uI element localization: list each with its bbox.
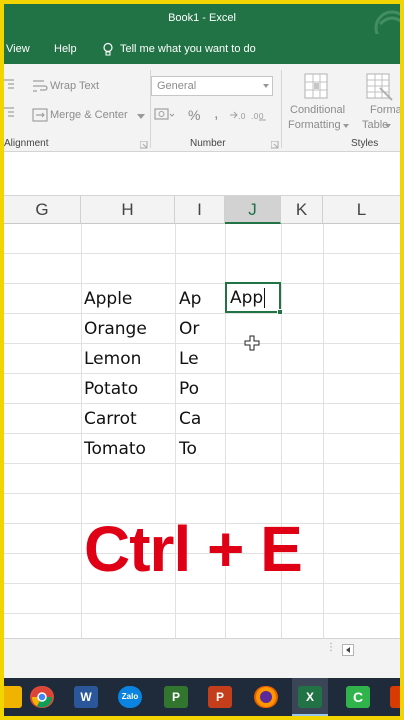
grid-line [4, 613, 400, 614]
comma-style-button[interactable]: , [214, 105, 218, 123]
conditional-formatting-label-1[interactable]: Conditional [290, 104, 345, 116]
cell-i[interactable]: Ap [179, 289, 201, 309]
grid-line [81, 224, 82, 638]
number-launcher-icon[interactable] [271, 141, 279, 149]
office-icon[interactable] [390, 686, 400, 708]
status-bar [4, 662, 400, 678]
cell-h[interactable]: Tomato [84, 439, 146, 459]
lightbulb-icon [103, 42, 113, 56]
percent-style-button[interactable]: % [188, 107, 200, 123]
column-header-g[interactable]: G [4, 196, 81, 224]
conditional-formatting-label-2[interactable]: Formatting [288, 119, 341, 131]
camtasia-icon[interactable]: C [346, 686, 370, 708]
grid-line [4, 373, 400, 374]
active-app-indicator [292, 714, 328, 716]
grid-line [4, 253, 400, 254]
number-format-dropdown[interactable]: General [151, 76, 273, 96]
grid-line [4, 283, 400, 284]
increase-decimal-icon[interactable]: .0 [228, 108, 246, 122]
ribbon-separator [281, 70, 282, 148]
cell-i[interactable]: To [179, 439, 197, 459]
shortcut-overlay-text: Ctrl + E [84, 513, 303, 585]
cell-h[interactable]: Apple [84, 289, 132, 309]
column-header-l[interactable]: L [323, 196, 400, 224]
currency-format-icon[interactable] [154, 107, 174, 123]
files-icon[interactable] [4, 686, 22, 708]
grid-line [4, 403, 400, 404]
chrome-icon[interactable] [30, 686, 54, 708]
merge-dropdown-icon[interactable] [137, 114, 145, 120]
splitter-handle[interactable]: ⋮ [326, 642, 336, 653]
grid-line [4, 463, 400, 464]
svg-text:.0: .0 [238, 112, 246, 121]
cell-h[interactable]: Potato [84, 379, 138, 399]
cell-i[interactable]: Or [179, 319, 199, 339]
number-format-value: General [157, 80, 197, 92]
column-header-i[interactable]: I [175, 196, 225, 224]
ribbon: Wrap Text Merge & Center Alignment Gener… [4, 64, 400, 152]
grid-line [4, 313, 400, 314]
word-icon[interactable]: W [74, 686, 98, 708]
cell-h[interactable]: Lemon [84, 349, 141, 369]
decrease-indent-icon[interactable] [4, 106, 16, 120]
fill-handle[interactable] [277, 309, 283, 315]
tell-me-search[interactable]: Tell me what you want to do [120, 43, 256, 55]
format-as-table-icon[interactable] [364, 72, 394, 102]
alignment-group-label: Alignment [4, 138, 49, 149]
chevron-down-icon[interactable] [343, 124, 349, 129]
project-icon[interactable]: P [164, 686, 188, 708]
number-group-label: Number [190, 138, 226, 149]
alignment-launcher-icon[interactable] [140, 141, 148, 149]
cell-h[interactable]: Orange [84, 319, 147, 339]
grid-line [4, 493, 400, 494]
cell-i[interactable]: Le [179, 349, 199, 369]
grid-line [4, 433, 400, 434]
styles-group-label: Styles [351, 138, 379, 149]
cell-i[interactable]: Ca [179, 409, 201, 429]
chevron-down-icon [263, 84, 269, 88]
conditional-formatting-icon[interactable] [302, 72, 332, 102]
text-caret [264, 288, 265, 308]
format-as-table-label-1[interactable]: Format as [370, 104, 400, 116]
column-header-k[interactable]: K [281, 196, 323, 224]
menu-view[interactable]: View [6, 43, 30, 55]
menu-help[interactable]: Help [54, 43, 77, 55]
column-header-j[interactable]: J [225, 196, 281, 224]
window-title: Book1 - Excel [168, 12, 236, 24]
excel-icon[interactable]: X [298, 686, 322, 708]
excel-window: Book1 - Excel View Help Tell me what you… [4, 4, 400, 716]
arrow-left-icon [346, 647, 350, 653]
formula-area [4, 152, 400, 196]
cell-i[interactable]: Po [179, 379, 199, 399]
wrap-text-icon[interactable] [32, 78, 48, 94]
merge-center-button[interactable]: Merge & Center [50, 109, 128, 121]
scroll-left-button[interactable] [342, 644, 354, 656]
chevron-down-icon[interactable] [385, 124, 391, 129]
spreadsheet-grid[interactable]: Apple Orange Lemon Potato Carrot Tomato … [4, 224, 400, 638]
indent-icon[interactable] [4, 78, 16, 92]
column-headers: G H I J K L [4, 196, 400, 224]
zalo-icon[interactable]: Zalo [118, 686, 142, 708]
menu-bar: View Help Tell me what you want to do [4, 34, 400, 64]
taskbar: W Zalo P P X C [4, 678, 400, 716]
grid-line [323, 224, 324, 638]
active-cell-value: App [230, 288, 264, 308]
sheet-scroll-bar: ⋮ [4, 638, 400, 662]
title-bar: Book1 - Excel [4, 4, 400, 46]
column-header-h[interactable]: H [81, 196, 175, 224]
wrap-text-button[interactable]: Wrap Text [50, 80, 99, 92]
merge-center-icon[interactable] [32, 107, 48, 123]
cell-cursor-icon [244, 335, 260, 351]
cell-h[interactable]: Carrot [84, 409, 137, 429]
firefox-icon[interactable] [254, 686, 278, 708]
active-cell-j[interactable]: App [225, 282, 283, 315]
powerpoint-icon[interactable]: P [208, 686, 232, 708]
decrease-decimal-icon[interactable]: .00 [250, 108, 268, 122]
grid-line [4, 343, 400, 344]
